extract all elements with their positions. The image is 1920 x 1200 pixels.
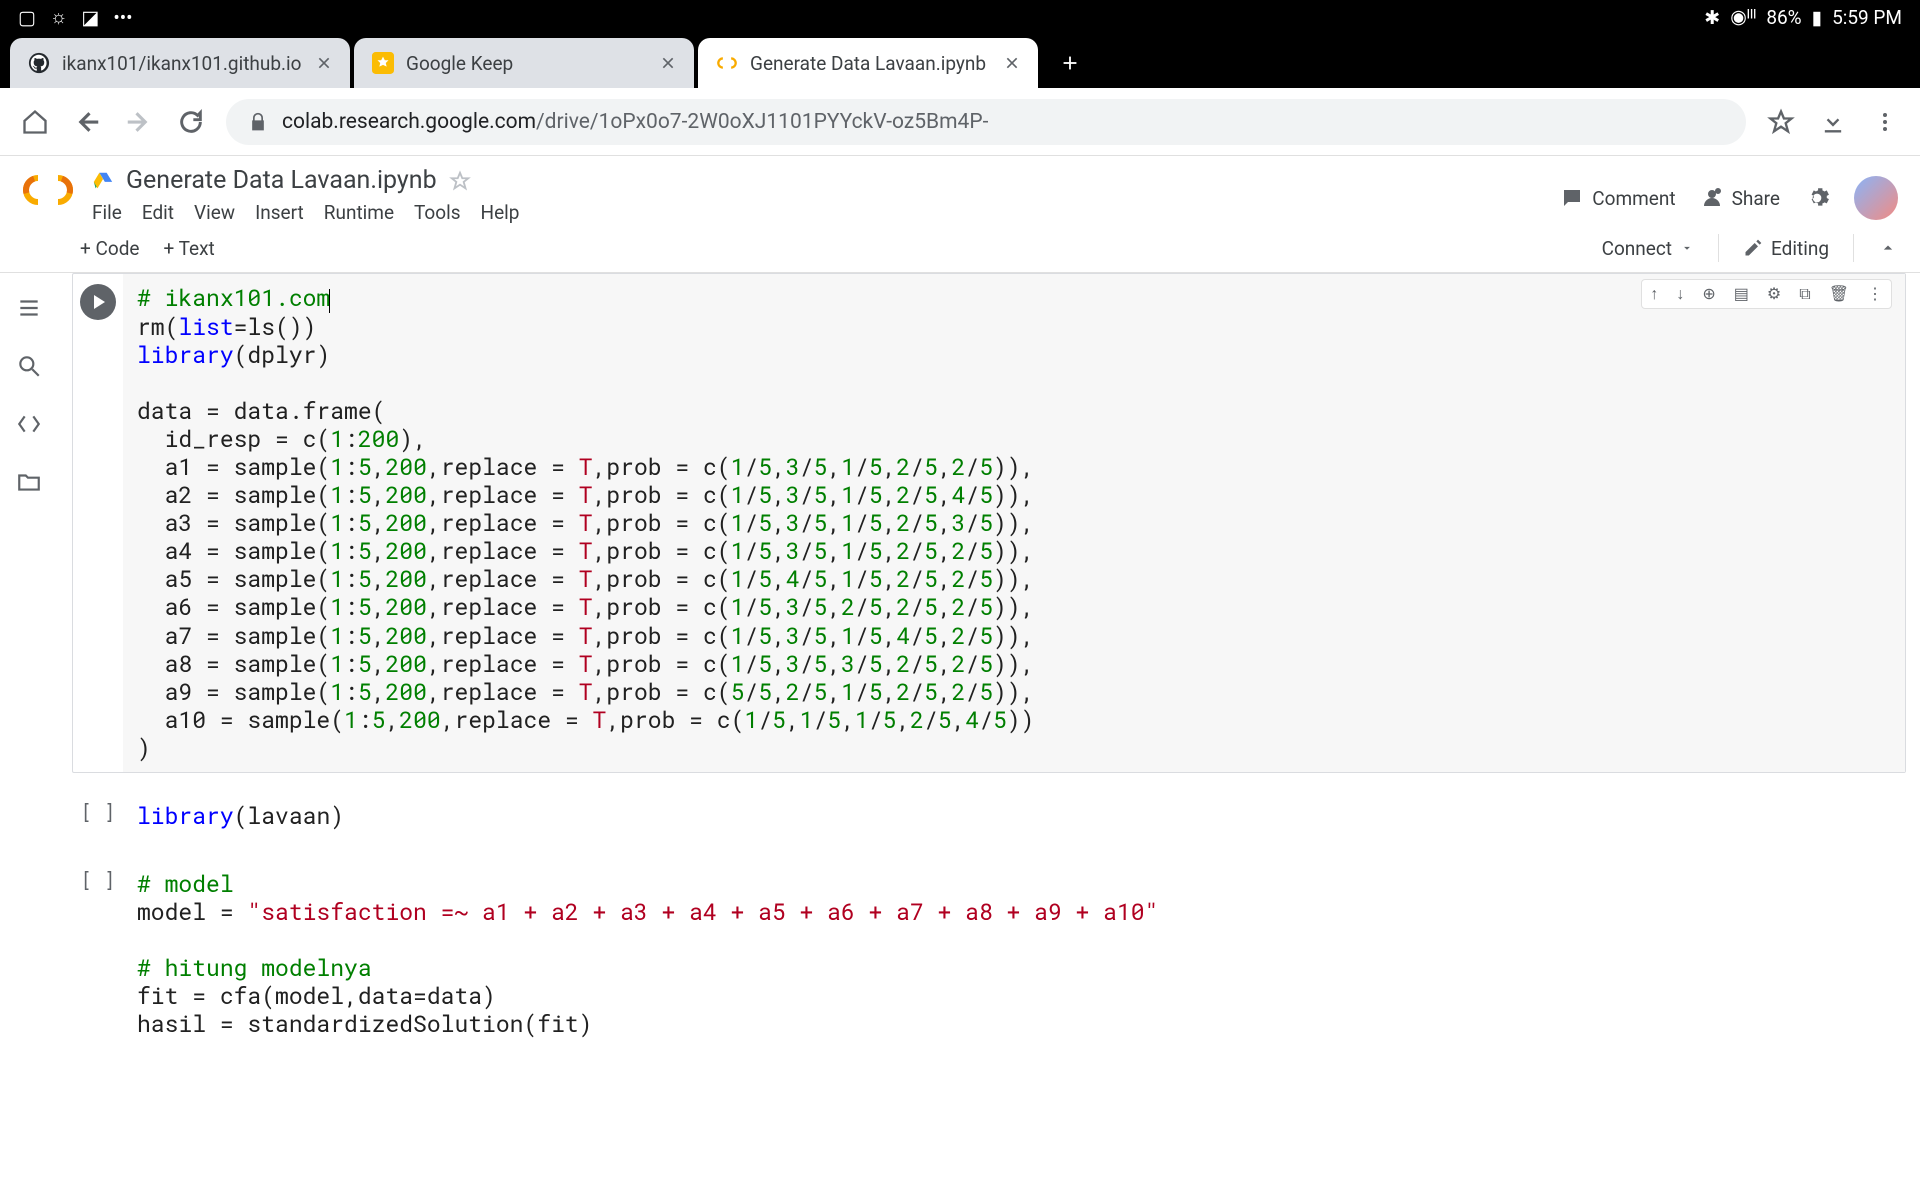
cell-toolbar: ↑ ↓ ⊕ ▤ ⚙ ⧉ 🗑 ⋮ <box>1641 279 1892 309</box>
close-tab-icon[interactable] <box>660 55 676 71</box>
menu-runtime[interactable]: Runtime <box>324 201 394 224</box>
menu-tools[interactable]: Tools <box>414 201 461 224</box>
wifi-icon: ◉ᴵᴵᴵ <box>1730 5 1756 29</box>
lock-icon <box>248 112 268 132</box>
gallery-icon: ▢ <box>18 6 36 29</box>
code-cell[interactable]: [ ]library(lavaan) <box>72 791 1906 841</box>
mirror-icon[interactable]: ⧉ <box>1799 284 1810 304</box>
pencil-icon <box>1743 238 1763 258</box>
drive-icon <box>92 170 114 192</box>
tab-title: Google Keep <box>406 52 648 75</box>
close-tab-icon[interactable] <box>316 55 332 71</box>
move-up-icon[interactable]: ↑ <box>1650 284 1658 304</box>
chrome-menu-button[interactable] <box>1868 105 1902 139</box>
tab-title: Generate Data Lavaan.ipynb <box>750 52 992 75</box>
url-path: /drive/1oPx0o7-2W0oXJ1101PYYckV-oz5Bm4P- <box>536 110 988 134</box>
delete-cell-icon[interactable]: 🗑 <box>1829 284 1849 304</box>
back-button[interactable] <box>70 105 104 139</box>
files-icon[interactable] <box>16 469 42 495</box>
chevron-down-icon <box>1680 241 1694 255</box>
settings-button[interactable] <box>1804 185 1830 211</box>
bluetooth-icon: ✱ <box>1704 6 1720 29</box>
star-button[interactable] <box>1764 105 1798 139</box>
code-editor[interactable]: # model model = "satisfaction =~ a1 + a2… <box>123 860 1905 1048</box>
flipboard-icon: ◪ <box>81 6 99 29</box>
code-editor[interactable]: library(lavaan) <box>123 792 1905 840</box>
code-cell[interactable]: # ikanx101.com rm(list=ls()) library(dpl… <box>72 273 1906 773</box>
notebook-content[interactable]: ↑ ↓ ⊕ ▤ ⚙ ⧉ 🗑 ⋮ # ikanx101.com rm(list=l… <box>58 273 1920 1200</box>
code-cell[interactable]: [ ]# model model = "satisfaction =~ a1 +… <box>72 859 1906 1049</box>
reload-button[interactable] <box>174 105 208 139</box>
tab-strip: ikanx101/ikanx101.github.io Google Keep Ge… <box>0 34 1920 88</box>
brightness-icon: ☼ <box>50 5 67 29</box>
add-text-button[interactable]: + Text <box>164 237 215 260</box>
move-down-icon[interactable]: ↓ <box>1676 284 1684 304</box>
colab-logo-icon[interactable] <box>22 172 74 224</box>
forward-button[interactable] <box>122 105 156 139</box>
connect-button[interactable]: Connect <box>1602 237 1694 260</box>
chrome-toolbar: colab.research.google.com/drive/1oPx0o7-… <box>0 88 1920 156</box>
battery-icon: ▮ <box>1812 6 1822 29</box>
colab-toolbar: + Code + Text Connect Editing <box>0 224 1920 273</box>
colab-header: Generate Data Lavaan.ipynb File Edit View I… <box>0 156 1920 224</box>
cell-more-icon[interactable]: ⋮ <box>1867 284 1883 304</box>
cell-prompt: [ ] <box>81 800 115 840</box>
comment-cell-icon[interactable]: ▤ <box>1734 284 1749 304</box>
omnibox[interactable]: colab.research.google.com/drive/1oPx0o7-… <box>226 99 1746 145</box>
menu-bar: File Edit View Insert Runtime Tools Help <box>92 201 1542 224</box>
download-button[interactable] <box>1816 105 1850 139</box>
star-notebook-button[interactable] <box>449 170 471 192</box>
menu-view[interactable]: View <box>194 201 235 224</box>
search-icon[interactable] <box>16 353 42 379</box>
menu-edit[interactable]: Edit <box>142 201 174 224</box>
toc-icon[interactable] <box>16 295 42 321</box>
notebook-title[interactable]: Generate Data Lavaan.ipynb <box>126 166 437 195</box>
browser-tab[interactable]: ikanx101/ikanx101.github.io <box>10 38 350 88</box>
colab-app: Generate Data Lavaan.ipynb File Edit View I… <box>0 156 1920 1200</box>
tab-title: ikanx101/ikanx101.github.io <box>62 52 304 75</box>
menu-help[interactable]: Help <box>481 201 520 224</box>
avatar[interactable] <box>1854 176 1898 220</box>
share-button[interactable]: Share <box>1700 186 1780 210</box>
editing-mode-button[interactable]: Editing <box>1743 237 1829 260</box>
left-sidebar <box>0 273 58 1200</box>
menu-insert[interactable]: Insert <box>255 201 304 224</box>
run-cell-button[interactable] <box>80 284 116 320</box>
code-editor[interactable]: # ikanx101.com rm(list=ls()) library(dpl… <box>123 274 1905 772</box>
more-icon: ••• <box>113 6 132 29</box>
clock-text: 5:59 PM <box>1832 6 1902 29</box>
new-tab-button[interactable] <box>1050 43 1090 83</box>
home-button[interactable] <box>18 105 52 139</box>
browser-tab[interactable]: Generate Data Lavaan.ipynb <box>698 38 1038 88</box>
snippets-icon[interactable] <box>16 411 42 437</box>
link-icon[interactable]: ⊕ <box>1702 284 1715 304</box>
cell-settings-icon[interactable]: ⚙ <box>1767 284 1781 304</box>
menu-file[interactable]: File <box>92 201 122 224</box>
battery-text: 86% <box>1766 6 1801 29</box>
collapse-button[interactable] <box>1878 238 1898 258</box>
cell-prompt: [ ] <box>81 868 115 1048</box>
android-status-bar: ▢ ☼ ◪ ••• ✱ ◉ᴵᴵᴵ 86% ▮ 5:59 PM <box>0 0 1920 34</box>
browser-tab[interactable]: Google Keep <box>354 38 694 88</box>
url-domain: colab.research.google.com <box>282 110 536 134</box>
add-code-button[interactable]: + Code <box>80 237 140 260</box>
comment-button[interactable]: Comment <box>1560 186 1675 210</box>
close-tab-icon[interactable] <box>1004 55 1020 71</box>
